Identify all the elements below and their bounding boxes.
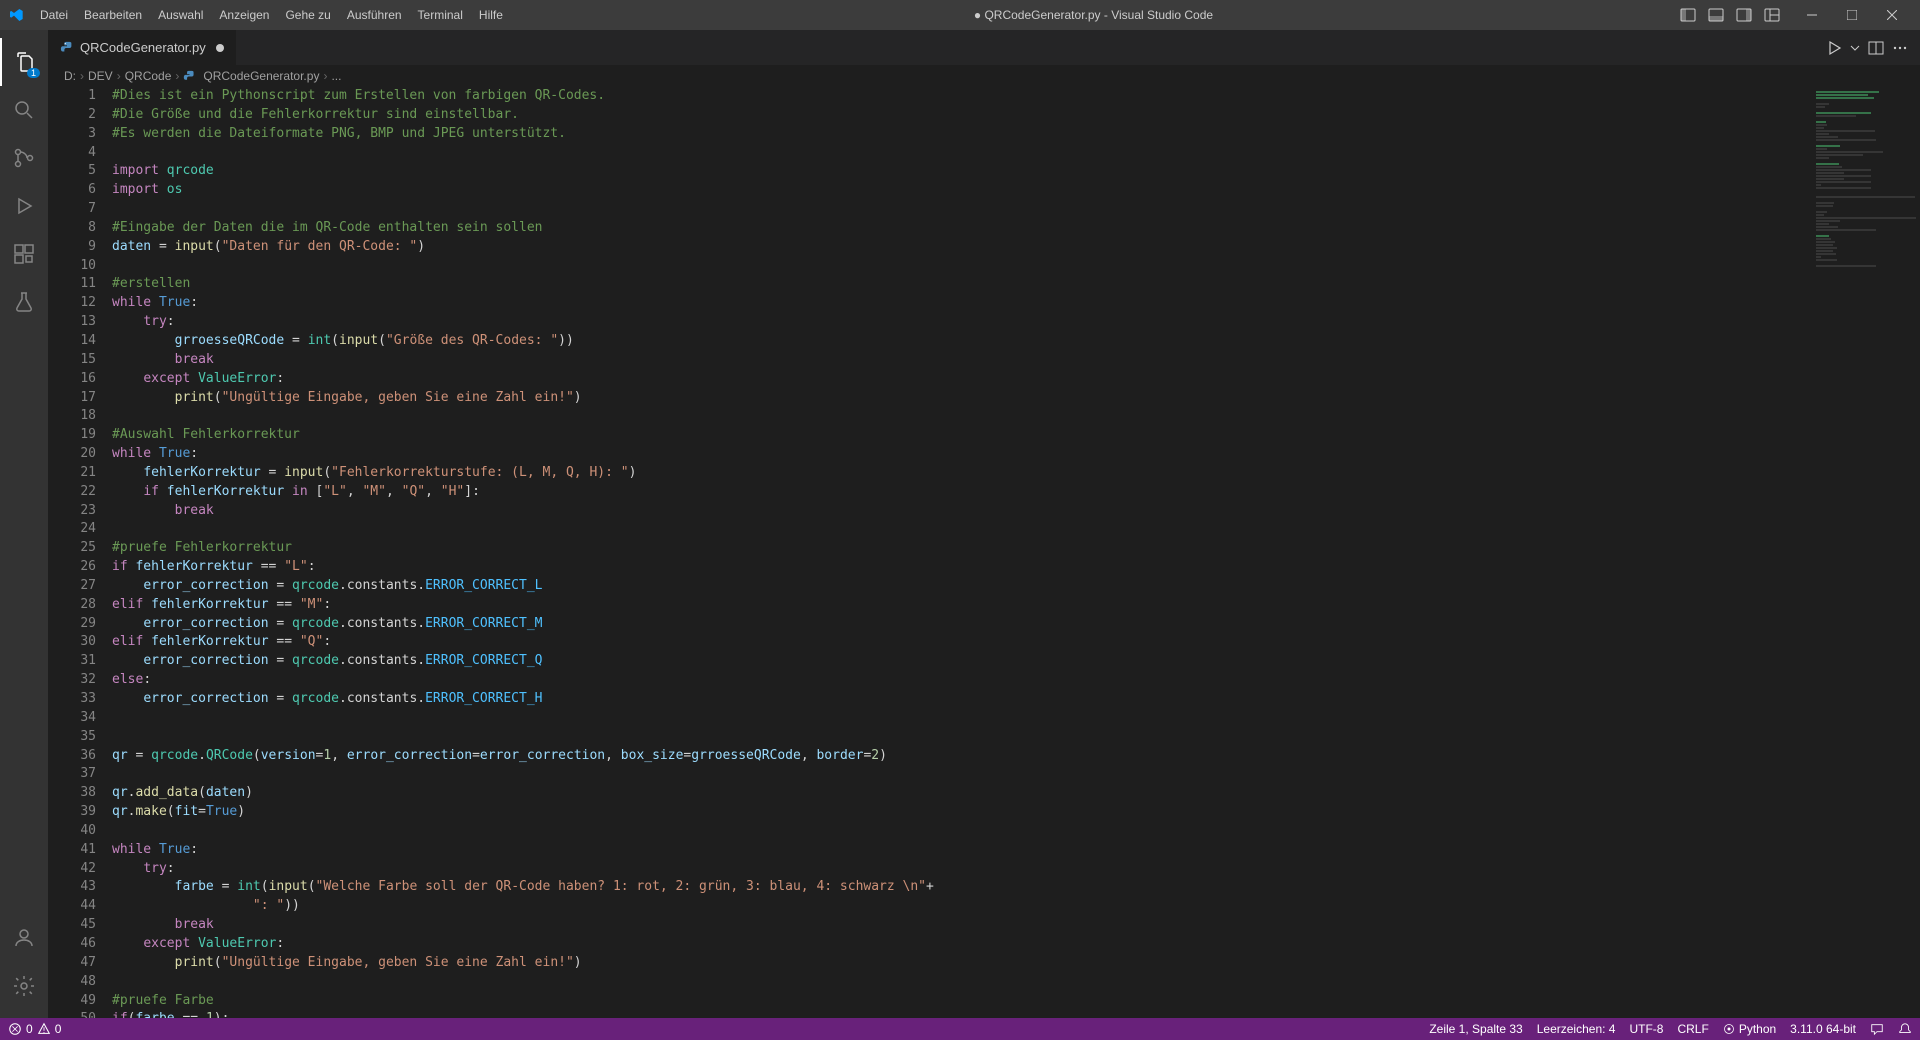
menu-file[interactable]: Datei bbox=[32, 4, 76, 26]
menu-terminal[interactable]: Terminal bbox=[410, 4, 471, 26]
editor-area: QRCodeGenerator.py D: › DEV › QRCode › Q… bbox=[48, 30, 1920, 1018]
window-controls bbox=[1792, 0, 1912, 30]
line-number-gutter: 1234567891011121314151617181920212223242… bbox=[48, 87, 112, 1018]
search-icon[interactable] bbox=[0, 86, 48, 134]
layout-controls bbox=[1676, 4, 1784, 26]
explorer-icon[interactable]: 1 bbox=[0, 38, 48, 86]
window-title: ● QRCodeGenerator.py - Visual Studio Cod… bbox=[511, 8, 1676, 22]
menu-selection[interactable]: Auswahl bbox=[150, 4, 211, 26]
tab-qrcodegenerator[interactable]: QRCodeGenerator.py bbox=[48, 30, 237, 65]
chevron-right-icon: › bbox=[80, 69, 84, 83]
breadcrumb-more[interactable]: ... bbox=[331, 69, 341, 83]
explorer-badge: 1 bbox=[27, 68, 40, 78]
code-editor[interactable]: 1234567891011121314151617181920212223242… bbox=[48, 87, 1810, 1018]
testing-icon[interactable] bbox=[0, 278, 48, 326]
menu-bar: Datei Bearbeiten Auswahl Anzeigen Gehe z… bbox=[32, 4, 511, 26]
extensions-icon[interactable] bbox=[0, 230, 48, 278]
status-language[interactable]: Python bbox=[1723, 1022, 1776, 1036]
chevron-right-icon: › bbox=[175, 69, 179, 83]
tab-label: QRCodeGenerator.py bbox=[80, 40, 206, 55]
status-bar: 0 0 Zeile 1, Spalte 33 Leerzeichen: 4 UT… bbox=[0, 1018, 1920, 1040]
status-feedback-icon[interactable] bbox=[1870, 1022, 1884, 1036]
customize-layout-icon[interactable] bbox=[1760, 4, 1784, 26]
maximize-button[interactable] bbox=[1832, 0, 1872, 30]
status-cursor-position[interactable]: Zeile 1, Spalte 33 bbox=[1429, 1022, 1522, 1036]
tabs-bar: QRCodeGenerator.py bbox=[48, 30, 1920, 65]
breadcrumbs[interactable]: D: › DEV › QRCode › QRCodeGenerator.py ›… bbox=[48, 65, 1920, 87]
vscode-logo-icon bbox=[8, 7, 24, 23]
status-problems[interactable]: 0 0 bbox=[8, 1022, 61, 1036]
code-text-area[interactable]: #Dies ist ein Pythonscript zum Erstellen… bbox=[112, 87, 1810, 1018]
python-file-icon bbox=[60, 41, 74, 55]
breadcrumb-folder-qrcode[interactable]: QRCode bbox=[125, 69, 172, 83]
menu-view[interactable]: Anzeigen bbox=[211, 4, 277, 26]
breadcrumb-drive[interactable]: D: bbox=[64, 69, 76, 83]
menu-edit[interactable]: Bearbeiten bbox=[76, 4, 150, 26]
split-editor-icon[interactable] bbox=[1868, 40, 1884, 56]
chevron-right-icon: › bbox=[323, 69, 327, 83]
minimize-button[interactable] bbox=[1792, 0, 1832, 30]
unsaved-indicator-icon bbox=[216, 44, 224, 52]
activity-bar: 1 bbox=[0, 30, 48, 1018]
titlebar: Datei Bearbeiten Auswahl Anzeigen Gehe z… bbox=[0, 0, 1920, 30]
more-actions-icon[interactable] bbox=[1892, 40, 1908, 56]
chevron-right-icon: › bbox=[117, 69, 121, 83]
accounts-icon[interactable] bbox=[0, 914, 48, 962]
status-interpreter[interactable]: 3.11.0 64-bit bbox=[1790, 1022, 1856, 1036]
minimap[interactable] bbox=[1810, 87, 1920, 1018]
breadcrumb-file[interactable]: QRCodeGenerator.py bbox=[183, 69, 319, 83]
status-eol[interactable]: CRLF bbox=[1677, 1022, 1708, 1036]
close-button[interactable] bbox=[1872, 0, 1912, 30]
toggle-panel-bottom-icon[interactable] bbox=[1704, 4, 1728, 26]
settings-gear-icon[interactable] bbox=[0, 962, 48, 1010]
run-dropdown-icon[interactable] bbox=[1850, 43, 1860, 53]
toggle-panel-right-icon[interactable] bbox=[1732, 4, 1756, 26]
status-notifications-icon[interactable] bbox=[1898, 1022, 1912, 1036]
menu-go[interactable]: Gehe zu bbox=[277, 4, 338, 26]
breadcrumb-folder-dev[interactable]: DEV bbox=[88, 69, 113, 83]
source-control-icon[interactable] bbox=[0, 134, 48, 182]
toggle-panel-left-icon[interactable] bbox=[1676, 4, 1700, 26]
menu-run[interactable]: Ausführen bbox=[339, 4, 410, 26]
status-encoding[interactable]: UTF-8 bbox=[1629, 1022, 1663, 1036]
run-file-icon[interactable] bbox=[1826, 40, 1842, 56]
run-debug-icon[interactable] bbox=[0, 182, 48, 230]
menu-help[interactable]: Hilfe bbox=[471, 4, 511, 26]
status-indentation[interactable]: Leerzeichen: 4 bbox=[1537, 1022, 1616, 1036]
